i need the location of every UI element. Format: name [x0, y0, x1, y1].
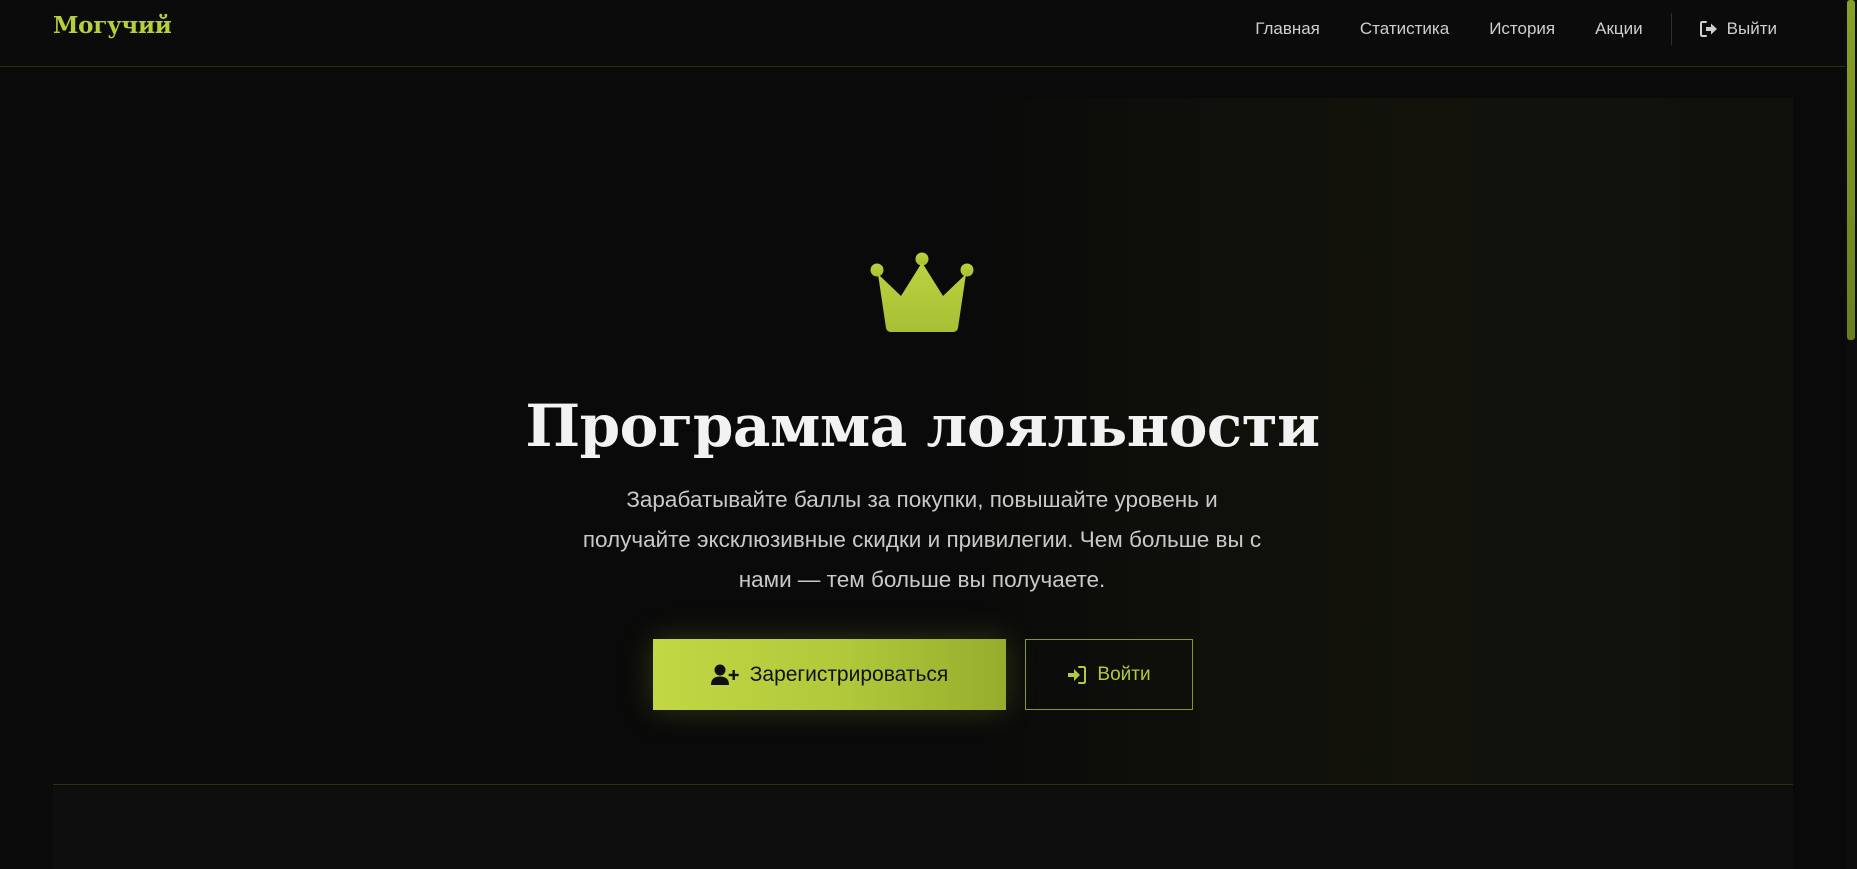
- logout-button[interactable]: Выйти: [1699, 18, 1777, 39]
- hero-subtitle: Зарабатывайте баллы за покупки, повышайт…: [582, 487, 1262, 592]
- page-title: Программа лояльности: [525, 392, 1320, 460]
- lower-section: [53, 786, 1793, 869]
- nav-item-home[interactable]: Главная: [1255, 19, 1320, 39]
- nav-divider: [1670, 12, 1672, 45]
- navbar: Могучий Главная Статистика История Акции…: [0, 0, 1845, 67]
- register-button[interactable]: Зарегистрироваться: [653, 639, 1006, 710]
- scrollbar[interactable]: [1845, 0, 1857, 869]
- nav-links: Главная Статистика История Акции Выйти: [1215, 0, 1777, 57]
- login-button[interactable]: Войти: [1025, 639, 1193, 710]
- logo[interactable]: Могучий: [53, 12, 172, 39]
- login-icon: [1068, 665, 1087, 684]
- nav-item-promotions[interactable]: Акции: [1595, 19, 1643, 39]
- logout-label: Выйти: [1726, 18, 1777, 38]
- crown-icon: [870, 252, 974, 332]
- nav-item-history[interactable]: История: [1489, 19, 1555, 39]
- login-label: Войти: [1097, 663, 1151, 685]
- user-plus-icon: [710, 664, 739, 685]
- register-label: Зарегистрироваться: [749, 662, 949, 686]
- page: Могучий Главная Статистика История Акции…: [0, 0, 1857, 869]
- scrollbar-thumb[interactable]: [1847, 0, 1855, 340]
- nav-item-statistics[interactable]: Статистика: [1360, 19, 1449, 39]
- logout-icon: [1699, 20, 1717, 37]
